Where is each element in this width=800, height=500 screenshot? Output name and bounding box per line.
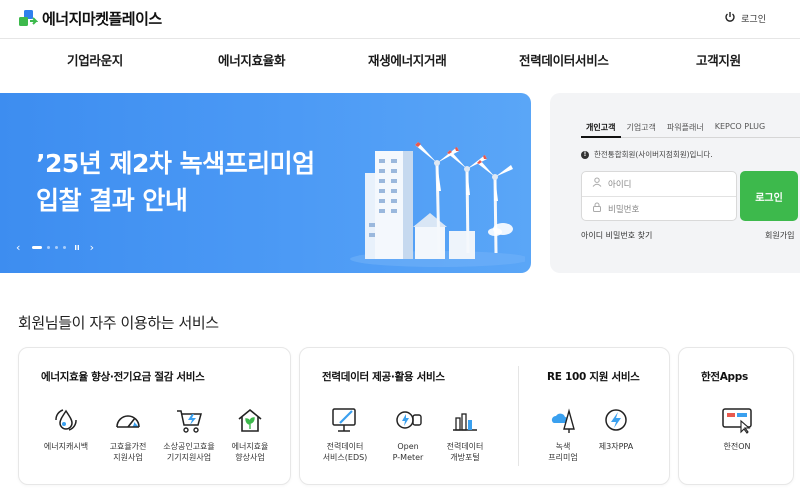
services-section-title: 회원님들이 자주 이용하는 서비스 xyxy=(18,314,219,332)
service-label: 지원사업 xyxy=(113,453,143,462)
card-title-re100: RE 100 지원 서비스 xyxy=(547,371,640,383)
password-placeholder: 비밀번호 xyxy=(608,204,640,215)
monitor-pen-icon xyxy=(330,405,360,435)
banner-pause-icon[interactable]: II xyxy=(74,244,79,252)
login-submit-button[interactable]: 로그인 xyxy=(740,171,798,221)
banner-title-line2: 입찰 결과 안내 xyxy=(36,186,188,215)
card-title-apps: 한전Apps xyxy=(701,371,748,383)
service-third-party-ppa[interactable]: 제3자PPA xyxy=(581,405,651,452)
active-tab-underline xyxy=(581,136,621,138)
service-label: 전력데이터 xyxy=(446,442,484,451)
password-input[interactable]: 비밀번호 xyxy=(582,197,736,222)
service-data-portal[interactable]: 전력데이터개방포털 xyxy=(430,405,500,463)
power-icon xyxy=(724,11,736,26)
service-label: 향상사업 xyxy=(235,453,265,462)
service-label: 고효율가전 xyxy=(109,442,147,451)
card-title-power-data: 전력데이터 제공·활용 서비스 xyxy=(322,371,445,383)
service-label: 개방포털 xyxy=(450,453,480,462)
id-input[interactable]: 아이디 xyxy=(582,172,736,197)
bolt-cart-icon xyxy=(174,405,204,435)
main-nav: 기업라운지 에너지효율화 재생에너지거래 전력데이터서비스 고객지원 xyxy=(0,39,800,77)
gauge-icon xyxy=(113,405,143,435)
bar-chart-icon xyxy=(450,405,480,435)
bolt-circle-icon xyxy=(601,405,631,435)
service-efficient-appliance[interactable]: 고효율가전지원사업 xyxy=(93,405,163,463)
service-eds[interactable]: 전력데이터서비스(EDS) xyxy=(310,405,380,463)
banner-indicator[interactable] xyxy=(55,246,59,249)
wind-turbine-city-illustration xyxy=(350,142,525,267)
id-placeholder: 아이디 xyxy=(608,179,632,190)
service-kepco-on[interactable]: 한전ON xyxy=(702,405,772,452)
service-energy-cashback[interactable]: 에너지캐시백 xyxy=(31,405,101,452)
banner-prev-icon[interactable]: ‹ xyxy=(16,241,20,254)
join-link[interactable]: 회원가입 xyxy=(765,230,794,241)
logo-mark-icon xyxy=(18,9,39,29)
find-id-password-link[interactable]: 아이디 비밀번호 찾기 xyxy=(581,230,652,241)
banner-title: ’25년 제2차 녹색프리미엄 입찰 결과 안내 xyxy=(36,145,315,219)
eco-house-icon xyxy=(235,405,265,435)
service-label: 제3자PPA xyxy=(598,442,634,451)
login-panel: 개인고객 기업고객 파워플래너 KEPCO PLUG ! 한전통합회원(사이버지… xyxy=(550,93,800,273)
site-header: 에너지마켓플레이스 로그인 xyxy=(0,0,800,38)
site-logo[interactable]: 에너지마켓플레이스 xyxy=(18,8,162,29)
login-fields: 아이디 비밀번호 xyxy=(581,171,737,221)
service-label: 프리미엄 xyxy=(548,453,578,462)
service-label: 에너지효율 xyxy=(231,442,269,451)
nav-item-energy-efficiency[interactable]: 에너지효율화 xyxy=(218,50,286,69)
service-label: 서비스(EDS) xyxy=(322,453,368,462)
nav-item-customer-support[interactable]: 고객지원 xyxy=(696,50,741,69)
water-drop-cycle-icon xyxy=(51,405,81,435)
banner-indicator[interactable] xyxy=(47,246,51,249)
kepco-on-icon xyxy=(722,405,752,435)
service-card-data-re100: 전력데이터 제공·활용 서비스 전력데이터서비스(EDS) Open P-Mete… xyxy=(299,347,670,485)
banner-title-line1: ’25년 제2차 녹색프리미엄 xyxy=(36,149,315,178)
service-label: 에너지캐시백 xyxy=(43,442,89,451)
nav-item-power-data[interactable]: 전력데이터서비스 xyxy=(519,50,609,69)
tab-power-planner[interactable]: 파워플래너 xyxy=(667,122,704,133)
login-notice: ! 한전통합회원(사이버지점회원)입니다. xyxy=(581,149,713,160)
banner-indicator[interactable] xyxy=(63,246,67,249)
cloud-tree-icon xyxy=(548,405,578,435)
service-card-efficiency: 에너지효율 향상·전기요금 절감 서비스 에너지캐시백 고효율가전 지원사업 소… xyxy=(18,347,291,485)
service-label: 기기지원사업 xyxy=(166,453,212,462)
login-tabs: 개인고객 기업고객 파워플래너 KEPCO PLUG xyxy=(586,122,776,133)
nav-item-corporate-lounge[interactable]: 기업라운지 xyxy=(67,50,123,69)
user-icon xyxy=(592,177,602,190)
login-notice-text: 한전통합회원(사이버지점회원)입니다. xyxy=(594,150,713,159)
banner-controls: ‹ II › xyxy=(16,241,94,254)
service-label: 소상공인고효율 xyxy=(163,442,215,451)
service-small-business-support[interactable]: 소상공인고효율기기지원사업 xyxy=(154,405,224,463)
logo-text: 에너지마켓플레이스 xyxy=(42,10,162,28)
meter-icon xyxy=(393,405,423,435)
card-divider xyxy=(518,366,519,466)
service-label: Open xyxy=(397,442,419,451)
service-label: P-Meter xyxy=(392,453,424,462)
header-login-label: 로그인 xyxy=(741,15,766,25)
card-title-efficiency: 에너지효율 향상·전기요금 절감 서비스 xyxy=(41,371,205,383)
service-label: 녹색 xyxy=(555,442,571,451)
nav-item-renewable-trade[interactable]: 재생에너지거래 xyxy=(368,50,447,69)
tab-personal[interactable]: 개인고객 xyxy=(586,122,615,133)
banner-indicator-active[interactable] xyxy=(32,246,43,249)
service-efficiency-improvement[interactable]: 에너지효율향상사업 xyxy=(215,405,285,463)
lock-icon xyxy=(592,202,602,215)
tab-corporate[interactable]: 기업고객 xyxy=(626,122,655,133)
tab-kepco-plug[interactable]: KEPCO PLUG xyxy=(715,122,766,133)
service-label: 한전ON xyxy=(723,442,751,451)
banner-next-icon[interactable]: › xyxy=(90,241,94,254)
header-login-link[interactable]: 로그인 xyxy=(724,11,766,26)
service-card-kepco-apps: 한전Apps 한전ON xyxy=(678,347,794,485)
info-icon: ! xyxy=(581,150,589,159)
service-label: 전력데이터 xyxy=(326,442,364,451)
